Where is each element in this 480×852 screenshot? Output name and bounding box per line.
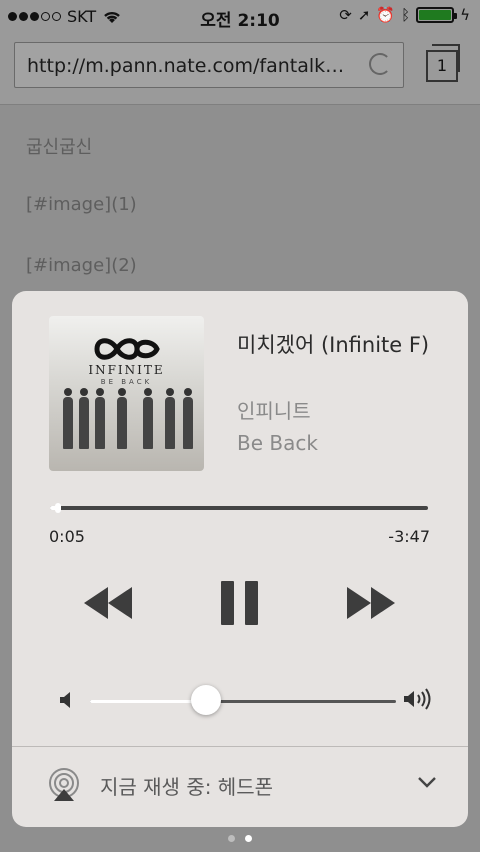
bluetooth-icon: ᛒ [401, 6, 411, 24]
playback-scrubber[interactable] [50, 503, 428, 513]
rewind-button[interactable] [84, 579, 134, 627]
reload-icon[interactable] [369, 53, 391, 75]
status-bar: SKT 오전 2:10 ⟳ ➚ ⏰ ᛒ ϟ [0, 0, 480, 34]
status-right: ⟳ ➚ ⏰ ᛒ ϟ [339, 6, 470, 24]
chevron-down-icon[interactable] [417, 772, 437, 792]
track-title: 미치겠어 (Infinite F) [237, 333, 430, 357]
track-album: Be Back [237, 431, 318, 455]
page-text-line: [#image](1) [26, 194, 137, 215]
now-playing-card: INFINITE BE BACK 미치겠어 (Infinite F) 인피니트 … [12, 291, 468, 827]
alarm-icon: ⏰ [376, 6, 396, 24]
album-art: INFINITE BE BACK [49, 316, 204, 471]
fast-forward-icon [371, 587, 395, 619]
album-art-title: INFINITE [88, 363, 165, 377]
battery-fill [419, 10, 452, 20]
album-art-figure [79, 388, 89, 449]
browser-toolbar: http://m.pann.nate.com/fantalk… 1 [0, 34, 480, 105]
audio-output-label[interactable]: 지금 재생 중: 헤드폰 [100, 771, 273, 800]
album-art-figure [183, 388, 193, 449]
tabs-button[interactable]: 1 [426, 44, 460, 82]
battery-icon [416, 7, 458, 23]
airplay-icon[interactable] [46, 767, 82, 803]
remaining-time: -3:47 [388, 527, 430, 546]
charging-icon: ϟ [460, 6, 470, 24]
divider [12, 746, 468, 747]
album-art-subtitle: BE BACK [100, 378, 153, 386]
volume-min-icon [60, 692, 70, 708]
album-art-figure [143, 388, 153, 449]
elapsed-time: 0:05 [49, 527, 85, 546]
address-bar[interactable]: http://m.pann.nate.com/fantalk… [14, 42, 404, 88]
track-artist: 인피니트 [237, 399, 311, 423]
album-art-figure [63, 388, 73, 449]
pause-button[interactable] [221, 579, 261, 627]
page-indicator [0, 835, 480, 842]
page-text-line: [#image](2) [26, 255, 137, 276]
rotation-lock-icon: ⟳ [339, 6, 352, 24]
page-indicator-dot [245, 835, 252, 842]
band-logo-icon [94, 338, 160, 360]
scrubber-handle[interactable] [54, 503, 61, 513]
pause-icon [245, 581, 258, 625]
volume-slider[interactable] [90, 685, 396, 715]
url-text: http://m.pann.nate.com/fantalk… [27, 55, 345, 77]
rewind-icon [84, 587, 108, 619]
volume-max-icon [404, 688, 431, 710]
album-art-figure [117, 388, 127, 449]
rewind-icon [108, 587, 132, 619]
volume-handle[interactable] [191, 685, 222, 715]
album-art-figure [165, 388, 175, 449]
fast-forward-button[interactable] [347, 579, 397, 627]
pause-icon [221, 581, 234, 625]
volume-fill [90, 700, 207, 703]
album-art-figure [95, 388, 105, 449]
fast-forward-icon [347, 587, 371, 619]
location-icon: ➚ [357, 6, 371, 24]
page-text-line: 굽신굽신 [26, 137, 93, 158]
page-indicator-dot [228, 835, 235, 842]
